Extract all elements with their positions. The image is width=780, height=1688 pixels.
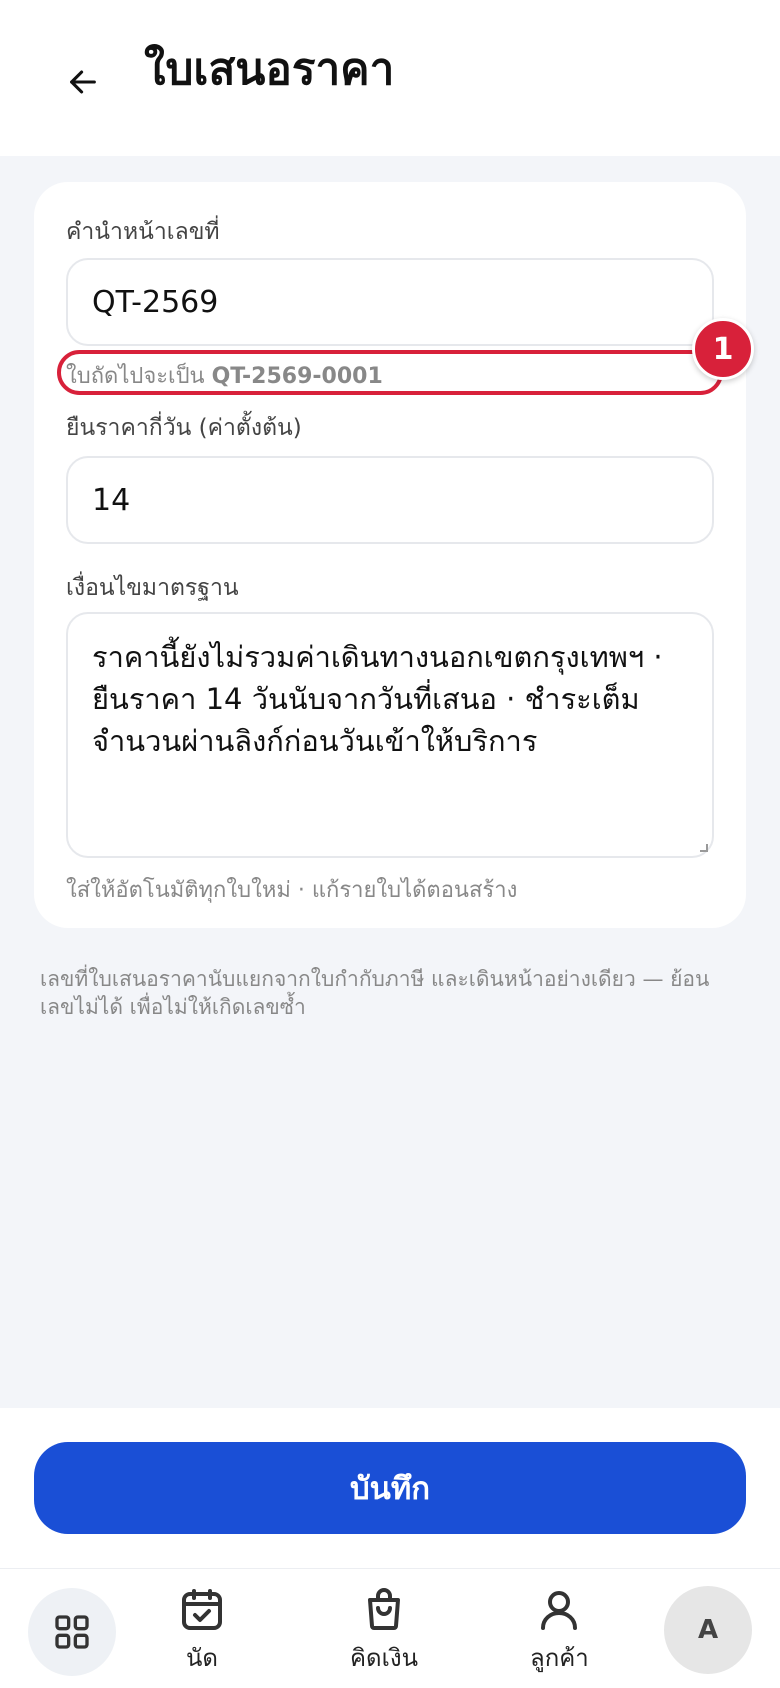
save-button[interactable]: บันทึก	[34, 1442, 746, 1534]
nav-appointments[interactable]: นัด	[178, 1586, 226, 1677]
prefix-label: คำนำหน้าเลขที่	[66, 219, 220, 245]
prefix-input[interactable]: QT-2569	[66, 258, 714, 346]
page-title: ใบเสนอราคา	[144, 44, 395, 95]
validity-label: ยืนราคากี่วัน (ค่าตั้งต้น)	[66, 415, 302, 441]
nav-appointments-label: นัด	[186, 1644, 218, 1672]
terms-hint: ใส่ให้อัตโนมัติทุกใบใหม่ · แก้รายใบได้ตอ…	[66, 878, 518, 903]
user-icon	[541, 1591, 578, 1630]
nav-home[interactable]	[28, 1588, 116, 1676]
shopping-bag-icon	[367, 1588, 400, 1630]
validity-input[interactable]: 14	[66, 456, 714, 544]
arrow-left-icon	[70, 70, 96, 94]
annotation-badge: 1	[692, 318, 754, 380]
nav-customers[interactable]: ลูกค้า	[530, 1586, 589, 1677]
grid-icon	[55, 1615, 89, 1649]
avatar[interactable]: A	[664, 1586, 752, 1674]
back-button[interactable]	[56, 55, 110, 109]
annotation-highlight	[57, 350, 723, 395]
terms-label: เงื่อนไขมาตรฐาน	[66, 575, 239, 601]
nav-customers-label: ลูกค้า	[530, 1644, 589, 1672]
nav-checkout-label: คิดเงิน	[350, 1644, 418, 1672]
numbering-footnote: เลขที่ใบเสนอราคานับแยกจากใบกำกับภาษี และ…	[40, 967, 710, 1019]
resize-handle-icon[interactable]	[700, 844, 708, 852]
terms-textarea[interactable]: ราคานี้ยังไม่รวมค่าเดินทางนอกเขตกรุงเทพฯ…	[66, 612, 714, 858]
nav-checkout[interactable]: คิดเงิน	[350, 1586, 418, 1677]
terms-text: ราคานี้ยังไม่รวมค่าเดินทางนอกเขตกรุงเทพฯ…	[92, 640, 663, 758]
calendar-check-icon	[182, 1589, 222, 1630]
